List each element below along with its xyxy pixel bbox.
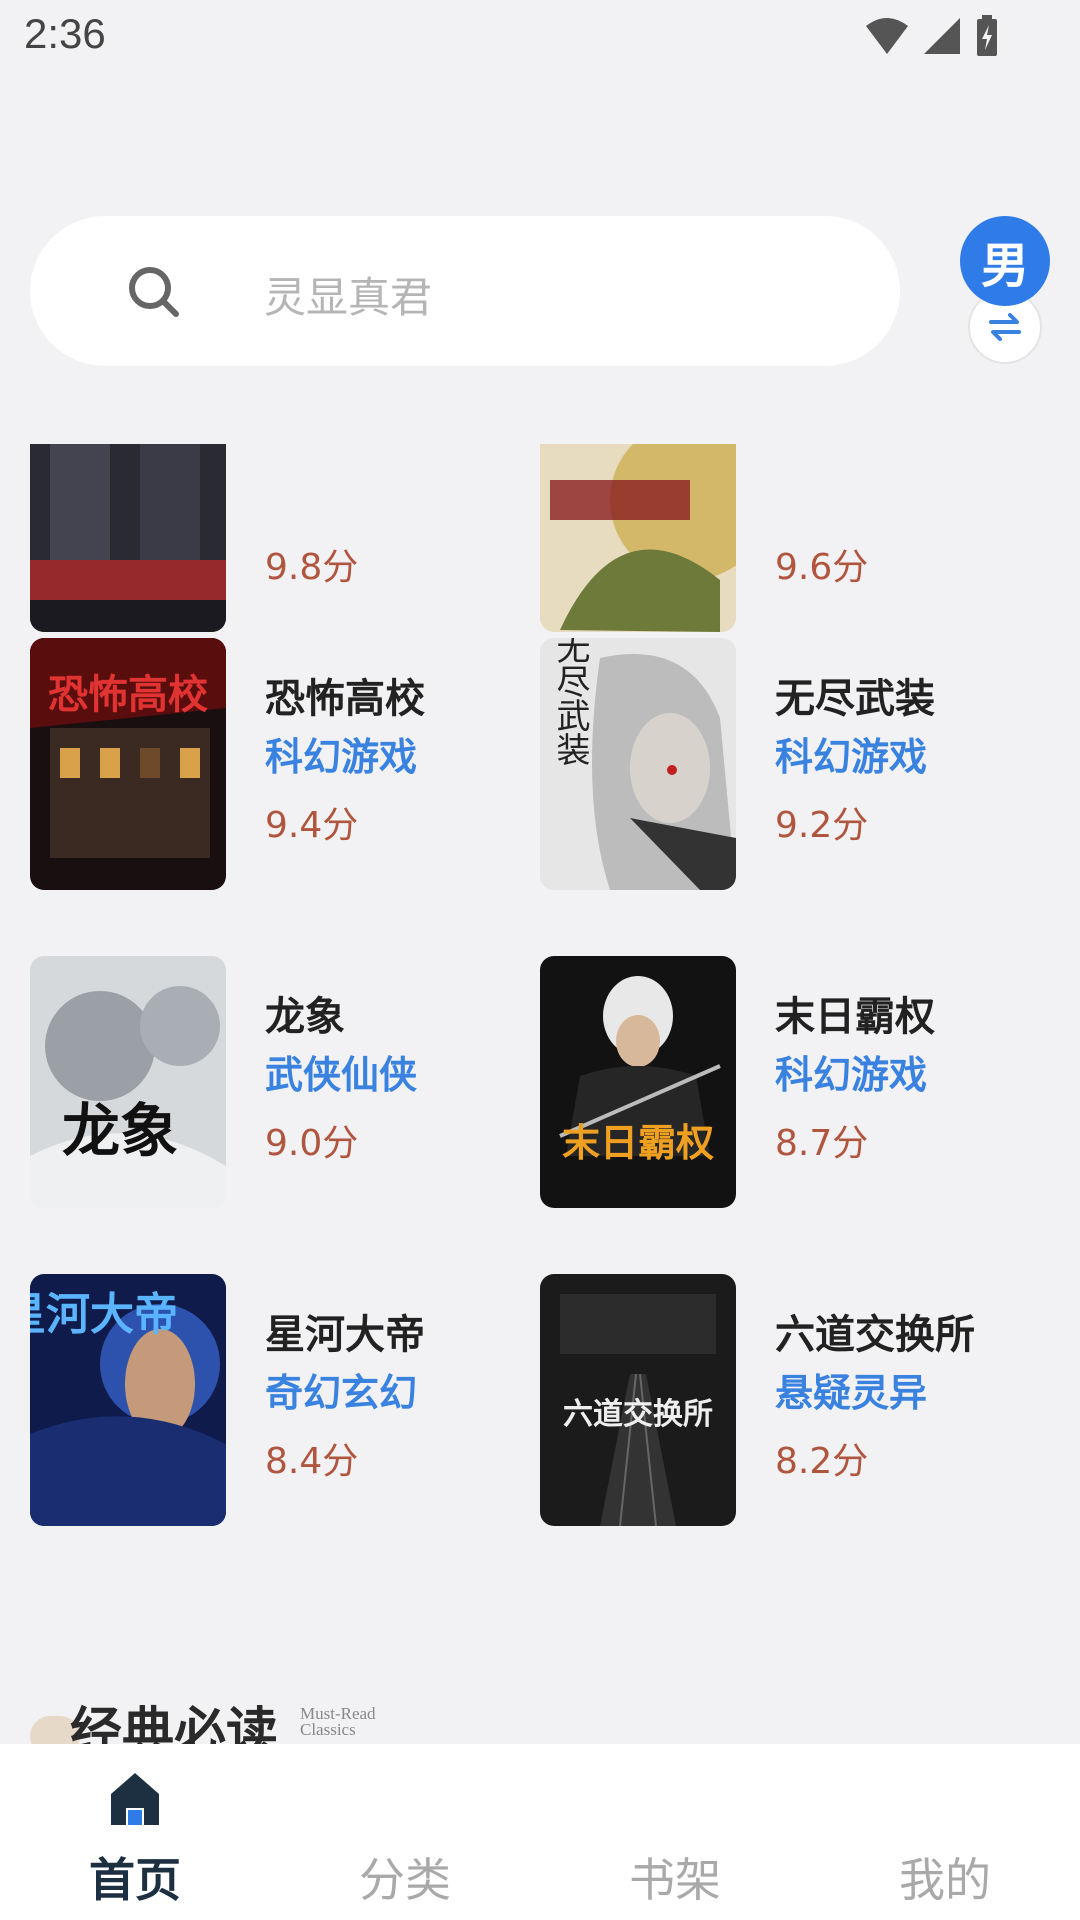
book-cover: 末日霸权: [540, 956, 736, 1208]
book-genre: 科幻游戏: [775, 735, 928, 779]
tab-bookshelf[interactable]: 书架: [540, 1744, 810, 1920]
book-score: 9.4分: [265, 805, 359, 846]
book-title: 龙象: [265, 994, 345, 1040]
tab-profile[interactable]: 我的: [810, 1744, 1080, 1920]
book-cover: 星河大帝: [30, 1274, 226, 1526]
book-score: 8.7分: [775, 1123, 869, 1164]
wifi-icon: [866, 18, 908, 54]
cover-text: 无尽武装: [550, 638, 590, 766]
book-score: 9.8分: [265, 547, 359, 588]
book-card[interactable]: 六道交换所 六道交换所 悬疑灵异 8.2分: [540, 1274, 1040, 1526]
search-icon: [129, 267, 179, 317]
tab-label: 首页: [89, 1853, 181, 1907]
signal-icon: [924, 18, 960, 54]
cover-text: 龙象: [62, 1097, 178, 1165]
section-subtitle: Must-Read Classics: [300, 1704, 376, 1739]
tab-label: 书架: [629, 1853, 721, 1907]
book-genre: 武侠仙侠: [265, 1053, 418, 1097]
book-genre: 奇幻玄幻: [265, 1371, 418, 1415]
gender-badge: 男: [960, 216, 1050, 306]
book-card[interactable]: 星河大帝 星河大帝 奇幻玄幻 8.4分: [30, 1274, 530, 1526]
cover-text: 末日霸权: [562, 1121, 714, 1165]
book-cover: [30, 444, 226, 632]
tab-label: 我的: [899, 1853, 991, 1907]
book-card[interactable]: 龙象 龙象 武侠仙侠 9.0分: [30, 956, 530, 1208]
section-header: 经典必读 Must-Read Classics: [30, 1690, 450, 1744]
search-bar[interactable]: 灵显真君: [30, 216, 900, 366]
book-cover: 恐怖高校: [30, 638, 226, 890]
book-score: 8.4分: [265, 1441, 359, 1482]
status-bar: 2:36: [0, 0, 1080, 76]
book-cover: 六道交换所: [540, 1274, 736, 1526]
book-score: 9.2分: [775, 805, 869, 846]
battery-icon: [977, 15, 997, 56]
cover-text: 恐怖高校: [48, 671, 208, 718]
status-time: 2:36: [24, 10, 106, 57]
tab-category[interactable]: 分类: [270, 1744, 540, 1920]
section-title: 经典必读: [70, 1702, 279, 1744]
cover-text: 星河大帝: [30, 1289, 178, 1340]
tab-label: 分类: [359, 1853, 451, 1907]
book-score: 9.6分: [775, 547, 869, 588]
book-title: 六道交换所: [775, 1312, 975, 1358]
book-title: 无尽武装: [775, 676, 935, 722]
book-cover: [540, 444, 736, 632]
book-title: 恐怖高校: [265, 676, 425, 722]
search-placeholder: 灵显真君: [264, 273, 433, 322]
book-card[interactable]: 无尽武装 无尽武装 科幻游戏 9.2分: [540, 638, 1040, 890]
book-card[interactable]: 末日霸权 末日霸权 科幻游戏 8.7分: [540, 956, 1040, 1208]
book-grid: 9.8分 9.6分 恐怖高校 恐怖高校 科幻游戏 9.4分 无尽武装 无尽武装 …: [0, 444, 1080, 1744]
book-score: 8.2分: [775, 1441, 869, 1482]
book-card[interactable]: 恐怖高校 恐怖高校 科幻游戏 9.4分: [30, 638, 530, 890]
book-cover: 无尽武装: [540, 638, 736, 890]
book-genre: 悬疑灵异: [775, 1371, 928, 1415]
book-cover: 龙象: [30, 956, 226, 1208]
cover-text: 六道交换所: [563, 1397, 713, 1432]
book-genre: 科幻游戏: [265, 735, 418, 779]
book-genre: 科幻游戏: [775, 1053, 928, 1097]
book-card[interactable]: 9.6分: [540, 444, 1040, 632]
tab-home[interactable]: 首页: [0, 1744, 270, 1920]
book-card[interactable]: 9.8分: [30, 444, 530, 632]
home-icon: [111, 1773, 159, 1825]
bottom-tab-bar: 首页 分类 书架 我的: [0, 1744, 1080, 1920]
book-title: 星河大帝: [265, 1312, 425, 1358]
status-icons: [864, 14, 1000, 58]
swap-icon: [989, 313, 1021, 341]
book-title: 末日霸权: [775, 994, 935, 1040]
book-score: 9.0分: [265, 1123, 359, 1164]
